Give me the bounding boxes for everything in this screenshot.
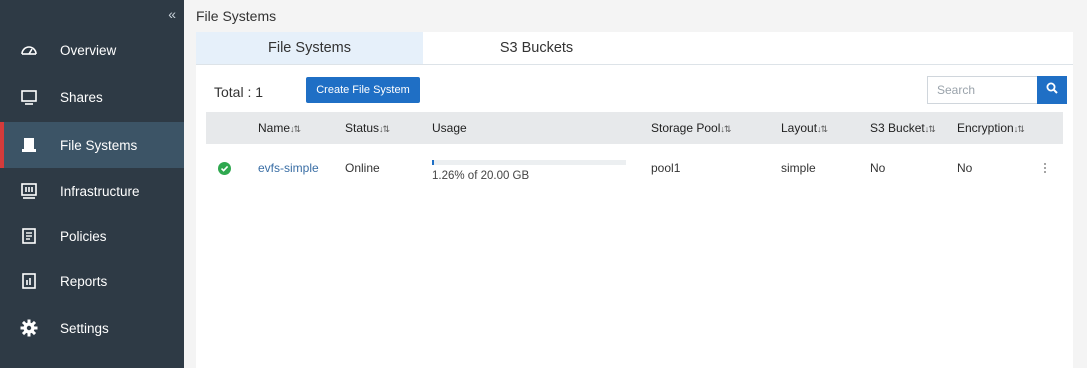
page-title: File Systems (196, 8, 277, 24)
sort-icon: ↓⇅ (290, 124, 301, 134)
collapse-icon: « (168, 6, 176, 22)
gear-icon (19, 318, 39, 338)
sort-icon: ↓⇅ (817, 124, 828, 134)
sidebar-item-overview[interactable]: Overview (0, 27, 184, 73)
layout-value: simple (781, 161, 816, 175)
column-header-usage: Usage (432, 112, 467, 144)
tab-file-systems[interactable]: File Systems (196, 32, 423, 64)
document-icon (19, 226, 39, 246)
file-systems-icon (19, 135, 39, 155)
search-button[interactable] (1037, 76, 1067, 104)
sidebar-collapse-button[interactable]: « (0, 0, 184, 30)
main-content: File Systems File Systems S3 Buckets Tot… (184, 0, 1087, 368)
storage-pool-value: pool1 (651, 161, 681, 175)
sidebar: « Overview Shares File Systems Infrastru… (0, 0, 184, 368)
sort-icon: ↓⇅ (379, 124, 390, 134)
column-label: Storage Pool (651, 121, 721, 135)
sidebar-item-label: Overview (60, 42, 117, 58)
sidebar-item-shares[interactable]: Shares (0, 74, 184, 120)
sidebar-item-settings[interactable]: Settings (0, 305, 184, 351)
sidebar-item-label: Infrastructure (60, 183, 140, 199)
column-header-encryption[interactable]: Encryption↓⇅ (957, 112, 1025, 144)
sort-icon: ↓⇅ (720, 124, 731, 134)
tab-s3-buckets[interactable]: S3 Buckets (423, 32, 650, 64)
column-label: S3 Bucket (870, 121, 925, 135)
column-header-layout[interactable]: Layout↓⇅ (781, 112, 828, 144)
tab-divider (196, 64, 1073, 65)
file-system-name-link[interactable]: evfs-simple (258, 161, 319, 175)
usage-progress-fill (432, 160, 435, 165)
create-file-system-button[interactable]: Create File System (306, 77, 420, 103)
row-actions-menu-icon[interactable] (1039, 158, 1051, 178)
sidebar-item-label: Reports (60, 273, 108, 289)
sidebar-item-label: File Systems (60, 137, 138, 153)
sidebar-item-reports[interactable]: Reports (0, 258, 184, 304)
column-label: Usage (432, 121, 467, 135)
column-label: Name (258, 121, 291, 135)
usage-progress-bar (432, 160, 626, 165)
table-header: Name↓⇅ Status↓⇅ Usage Storage Pool↓⇅ Lay… (206, 112, 1063, 144)
total-count: Total : 1 (214, 84, 264, 100)
column-label: Encryption (957, 121, 1014, 135)
check-circle-icon (218, 162, 231, 175)
sidebar-item-infrastructure[interactable]: Infrastructure (0, 168, 184, 214)
usage-text: 1.26% of 20.00 GB (432, 170, 530, 182)
table-row: evfs-simple Online 1.26% of 20.00 GB poo… (206, 144, 1063, 194)
search-icon (1046, 81, 1058, 99)
status-value: Online (345, 161, 380, 175)
search-box (927, 76, 1067, 104)
column-label: Layout (781, 121, 818, 135)
search-input[interactable] (927, 76, 1037, 104)
report-icon (19, 271, 39, 291)
content-panel: File Systems S3 Buckets Total : 1 Create… (196, 32, 1073, 368)
column-header-storage-pool[interactable]: Storage Pool↓⇅ (651, 112, 731, 144)
column-header-status[interactable]: Status↓⇅ (345, 112, 390, 144)
monitor-icon (19, 87, 39, 107)
dashboard-icon (19, 40, 39, 60)
s3-bucket-value: No (870, 161, 886, 175)
column-header-name[interactable]: Name↓⇅ (258, 112, 301, 144)
column-label: Status (345, 121, 380, 135)
server-icon (19, 181, 39, 201)
sidebar-item-policies[interactable]: Policies (0, 213, 184, 259)
sort-icon: ↓⇅ (1013, 124, 1025, 134)
column-header-s3-bucket[interactable]: S3 Bucket↓⇅ (870, 112, 936, 144)
sidebar-item-label: Policies (60, 228, 107, 244)
sidebar-item-label: Shares (60, 89, 103, 105)
sidebar-item-file-systems[interactable]: File Systems (0, 122, 184, 168)
encryption-value: No (957, 161, 973, 175)
sort-icon: ↓⇅ (924, 124, 936, 134)
sidebar-item-label: Settings (60, 320, 109, 336)
